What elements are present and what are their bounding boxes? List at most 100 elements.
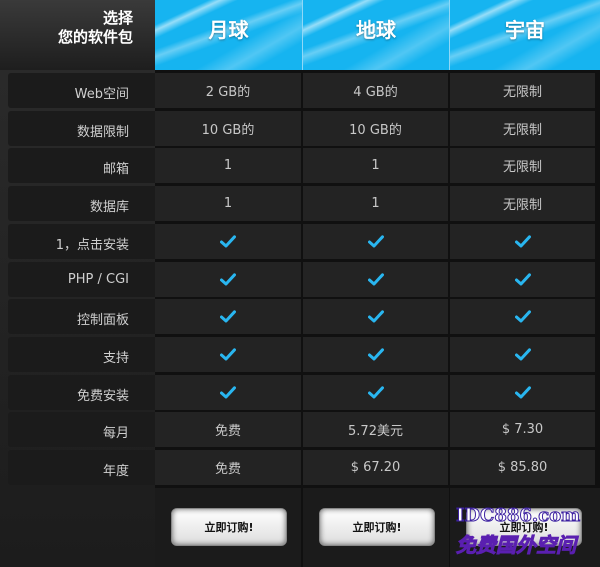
watermark-slogan: 免费国外空间 (456, 533, 577, 558)
watermark: IDC886.com 免费国外空间 (452, 505, 600, 560)
value-cell: $ 7.30 (450, 412, 595, 448)
feature-label: 数据限制 (76, 124, 129, 140)
value-text: 2 GB的 (205, 85, 251, 100)
value-cell: 1 (303, 148, 448, 184)
table-row: 1，点击安装 (0, 223, 600, 260)
plan-header-earth: 地球 (303, 0, 450, 70)
choose-line-1: 选择 (102, 9, 133, 27)
check-icon (220, 310, 236, 323)
value-cell (155, 223, 301, 259)
value-cell: 5.72美元 (303, 412, 448, 448)
value-cell: $ 67.20 (303, 450, 448, 485)
value-cell (450, 261, 595, 297)
check-icon (367, 310, 384, 323)
value-text: 1 (223, 158, 233, 174)
plan-header-universe: 宇宙 (450, 0, 600, 70)
value-text: 1 (371, 158, 380, 174)
choose-package-title: 选择 您的软件包 (0, 9, 133, 47)
check-icon (367, 235, 384, 248)
table-row: 数据限制 10 GB的 10 GB的 无限制 (0, 110, 600, 147)
feature-label-cell: 1，点击安装 (8, 223, 155, 259)
value-cell (303, 261, 448, 297)
plan-header-moon: 月球 (155, 0, 303, 70)
value-text: 5.72美元 (348, 424, 403, 440)
feature-label: 数据库 (89, 200, 129, 216)
value-cell: 无限制 (450, 186, 595, 222)
value-cell: 无限制 (450, 148, 595, 184)
value-cell (303, 336, 448, 372)
check-icon (514, 272, 531, 286)
value-cell: 无限制 (450, 73, 595, 108)
value-text: 10 GB的 (349, 122, 402, 138)
feature-label: 邮箱 (102, 162, 129, 178)
order-column-earth: 立即订购! (303, 488, 449, 567)
value-text: $ 85.80 (497, 460, 548, 475)
value-text: 4 GB的 (353, 85, 398, 100)
feature-label: 免费安装 (76, 388, 129, 404)
value-cell: 4 GB的 (303, 73, 448, 108)
check-icon (220, 348, 236, 361)
value-cell: 10 GB的 (303, 110, 448, 146)
table-row: 每月 免费 5.72美元 $ 7.30 (0, 411, 600, 448)
table-row: PHP / CGI (0, 261, 600, 298)
value-cell (303, 223, 448, 259)
check-icon (367, 272, 384, 286)
value-cell: $ 85.80 (450, 450, 595, 485)
choose-line-2: 您的软件包 (57, 28, 133, 46)
check-icon (220, 272, 236, 286)
value-cell: 1 (155, 148, 301, 184)
value-cell: 1 (155, 186, 301, 222)
value-text: 1 (223, 196, 233, 212)
feature-label: Web空间 (74, 87, 129, 102)
feature-label-cell: 控制面板 (8, 299, 155, 335)
order-column-moon: 立即订购! (155, 488, 301, 567)
table-row: 年度 免费 $ 67.20 $ 85.80 (0, 449, 600, 486)
value-cell (450, 336, 595, 372)
value-text: $ 7.30 (501, 422, 544, 438)
order-now-button-earth[interactable]: 立即订购! (319, 508, 435, 546)
value-text: 免费 (214, 462, 241, 477)
value-cell (155, 336, 301, 372)
table-row: 邮箱 1 1 无限制 (0, 147, 600, 184)
plan-name-earth: 地球 (356, 18, 396, 42)
table-row: 免费安装 (0, 374, 600, 411)
table-row: 数据库 1 1 无限制 (0, 185, 600, 222)
value-cell (450, 299, 595, 335)
table-row: 支持 (0, 336, 600, 373)
feature-label-cell: 年度 (8, 450, 155, 485)
value-text: 无限制 (502, 198, 542, 214)
value-cell: 无限制 (450, 110, 595, 146)
watermark-domain: IDC886.com (455, 505, 581, 527)
table-row: Web空间 2 GB的 4 GB的 无限制 (0, 72, 600, 109)
value-cell (155, 299, 301, 335)
feature-label-cell: 免费安装 (8, 374, 155, 410)
check-icon (220, 235, 236, 248)
value-cell (303, 299, 448, 335)
check-icon (220, 385, 236, 399)
value-cell (450, 223, 595, 259)
feature-label-cell: 数据限制 (8, 110, 155, 146)
choose-package-header: 选择 您的软件包 (0, 0, 155, 70)
check-icon (367, 348, 384, 361)
value-text: 无限制 (502, 85, 542, 100)
feature-label: 每月 (102, 426, 129, 442)
value-text: 免费 (214, 424, 241, 440)
value-text: 1 (371, 196, 380, 212)
check-icon (514, 235, 531, 248)
value-text: 无限制 (502, 160, 542, 176)
value-cell: 免费 (155, 450, 301, 485)
value-cell (155, 374, 301, 410)
feature-label-cell: 邮箱 (8, 148, 155, 184)
feature-label: 支持 (102, 350, 129, 366)
order-now-button-moon[interactable]: 立即订购! (171, 508, 287, 546)
table-row: 控制面板 (0, 298, 600, 335)
feature-label-cell: Web空间 (8, 73, 155, 108)
value-cell: 10 GB的 (155, 110, 301, 146)
feature-label: 年度 (102, 464, 129, 479)
feature-label-cell: 支持 (8, 336, 155, 372)
value-cell: 免费 (155, 412, 301, 448)
feature-label: PHP / CGI (67, 271, 129, 287)
value-cell (303, 374, 448, 410)
check-icon (514, 385, 531, 399)
feature-label: 1，点击安装 (55, 237, 129, 253)
